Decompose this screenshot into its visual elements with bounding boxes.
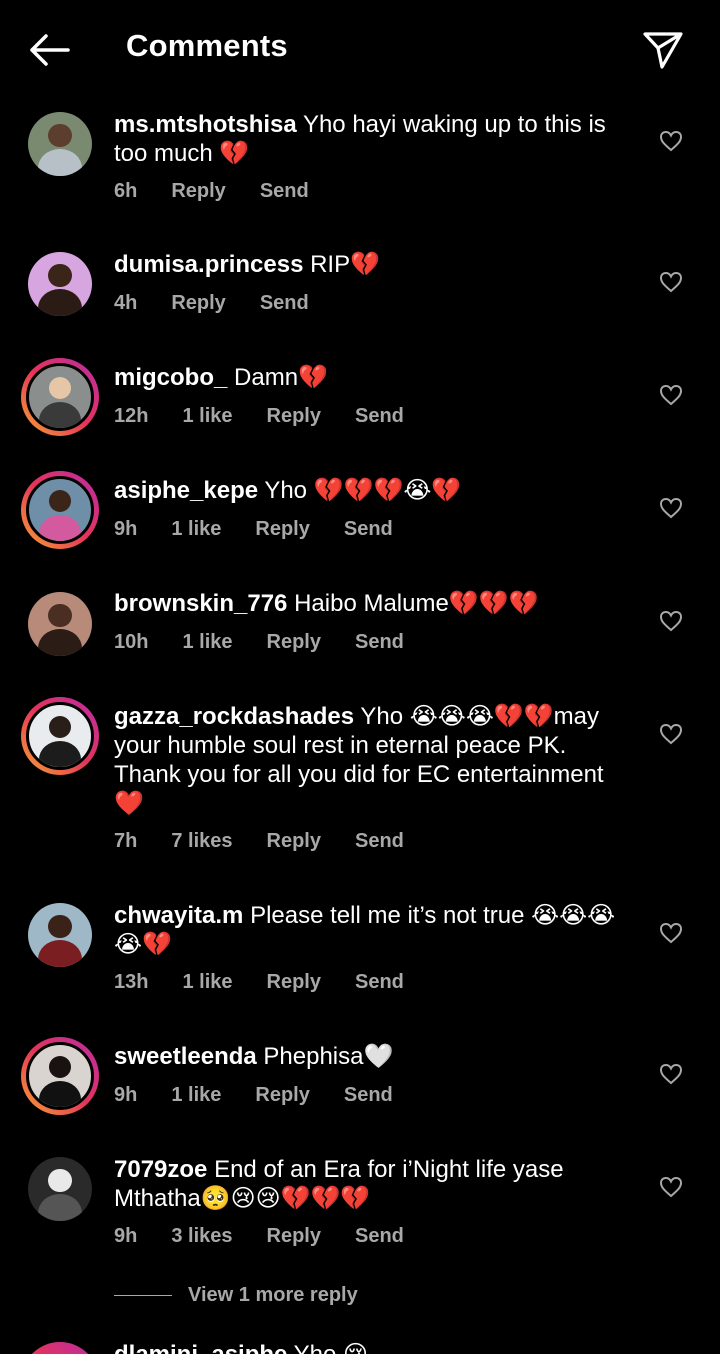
like-heart-icon[interactable] <box>659 130 683 152</box>
comment-text: gazza_rockdashades Yho 😭😭😭💔💔may your hum… <box>114 702 629 818</box>
view-more-label: View 1 more reply <box>188 1284 358 1306</box>
view-more-replies-button[interactable]: View 1 more reply <box>114 1284 358 1307</box>
comment-text: dumisa.princess RIP💔 <box>114 250 629 279</box>
comment-meta: 9h 3 likes Reply Send <box>114 1225 438 1248</box>
reply-button[interactable]: Reply <box>267 631 321 653</box>
comment-body: Damn💔 <box>234 364 328 391</box>
send-button[interactable]: Send <box>344 1084 393 1106</box>
avatar[interactable] <box>28 1157 92 1221</box>
like-heart-icon[interactable] <box>659 384 683 406</box>
reply-button[interactable]: Reply <box>171 292 225 314</box>
avatar[interactable] <box>28 252 92 316</box>
comment-time: 9h <box>114 518 138 540</box>
like-heart-icon[interactable] <box>659 610 683 632</box>
comment-username[interactable]: dumisa.princess <box>114 251 303 278</box>
comment-username[interactable]: chwayita.m <box>114 902 243 929</box>
comment-meta: 7h 7 likes Reply Send <box>114 830 438 853</box>
comment-meta: 10h 1 like Reply Send <box>114 631 438 654</box>
comment-username[interactable]: migcobo_ <box>114 364 227 391</box>
comment-meta: 9h 1 like Reply Send <box>114 518 427 541</box>
comment-text: chwayita.m Please tell me it’s not true … <box>114 901 629 959</box>
comment-text: migcobo_ Damn💔 <box>114 363 629 392</box>
reply-button[interactable]: Reply <box>267 830 321 852</box>
like-heart-icon[interactable] <box>659 1176 683 1198</box>
comment-time: 10h <box>114 631 149 653</box>
send-button[interactable]: Send <box>260 292 309 314</box>
like-heart-icon[interactable] <box>659 723 683 745</box>
comment-meta: 4h Reply Send <box>114 292 343 315</box>
reply-button[interactable]: Reply <box>171 180 225 202</box>
page-title: Comments <box>126 28 288 63</box>
like-count[interactable]: 1 like <box>182 631 232 653</box>
comment-username[interactable]: asiphe_kepe <box>114 477 258 504</box>
comment-text: dlamini_asiphe Yho 😢 <box>114 1340 629 1354</box>
send-button[interactable]: Send <box>344 518 393 540</box>
avatar[interactable] <box>28 903 92 967</box>
like-heart-icon[interactable] <box>659 1063 683 1085</box>
comment-username[interactable]: dlamini_asiphe <box>114 1341 287 1354</box>
send-button[interactable]: Send <box>355 631 404 653</box>
comment-text: asiphe_kepe Yho 💔💔💔😭💔 <box>114 476 629 505</box>
divider <box>114 1295 172 1297</box>
avatar-story-ring[interactable] <box>21 697 99 775</box>
comment-meta: 13h 1 like Reply Send <box>114 971 438 994</box>
comment-body: Haibo Malume💔💔💔 <box>294 590 539 617</box>
send-button[interactable]: Send <box>355 1225 404 1247</box>
comment-body: Phephisa🤍 <box>263 1043 394 1070</box>
comment-text: brownskin_776 Haibo Malume💔💔💔 <box>114 589 629 618</box>
comment-body: Yho 💔💔💔😭💔 <box>264 477 462 504</box>
reply-button[interactable]: Reply <box>267 1225 321 1247</box>
like-count[interactable]: 1 like <box>182 405 232 427</box>
comment-time: 12h <box>114 405 149 427</box>
comment-username[interactable]: ms.mtshotshisa <box>114 111 297 138</box>
reply-button[interactable]: Reply <box>267 405 321 427</box>
comment-time: 6h <box>114 180 138 202</box>
top-bar: Comments <box>0 0 720 100</box>
comment-time: 9h <box>114 1084 138 1106</box>
paper-plane-icon <box>643 32 683 69</box>
comment-time: 7h <box>114 830 138 852</box>
comment-meta: 12h 1 like Reply Send <box>114 405 438 428</box>
comment-time: 9h <box>114 1225 138 1247</box>
like-heart-icon[interactable] <box>659 271 683 293</box>
like-count[interactable]: 3 likes <box>171 1225 232 1247</box>
comment-text: ms.mtshotshisa Yho hayi waking up to thi… <box>114 110 629 168</box>
comment-username[interactable]: 7079zoe <box>114 1156 207 1183</box>
comment-username[interactable]: sweetleenda <box>114 1043 257 1070</box>
comment-text: 7079zoe End of an Era for i’Night life y… <box>114 1155 629 1213</box>
send-button[interactable]: Send <box>355 405 404 427</box>
avatar[interactable] <box>28 592 92 656</box>
like-count[interactable]: 7 likes <box>171 830 232 852</box>
avatar-story-ring[interactable] <box>21 471 99 549</box>
like-count[interactable]: 1 like <box>171 1084 221 1106</box>
comment-meta: 6h Reply Send <box>114 180 343 203</box>
comment-body: RIP💔 <box>310 251 380 278</box>
avatar-story-ring[interactable] <box>21 1037 99 1115</box>
back-button[interactable] <box>26 30 72 70</box>
like-heart-icon[interactable] <box>659 497 683 519</box>
reply-button[interactable]: Reply <box>255 518 309 540</box>
avatar-story-ring[interactable] <box>21 1342 99 1354</box>
avatar-story-ring[interactable] <box>21 358 99 436</box>
comment-username[interactable]: gazza_rockdashades <box>114 703 354 730</box>
partial-comment-item: dlamini_asiphe Yho 😢 <box>0 1330 720 1354</box>
like-count[interactable]: 1 like <box>182 971 232 993</box>
send-button[interactable]: Send <box>355 830 404 852</box>
like-count[interactable]: 1 like <box>171 518 221 540</box>
avatar[interactable] <box>28 112 92 176</box>
comment-username[interactable]: brownskin_776 <box>114 590 287 617</box>
comment-meta: 9h 1 like Reply Send <box>114 1084 427 1107</box>
send-button[interactable]: Send <box>260 180 309 202</box>
share-button[interactable] <box>640 28 686 72</box>
comment-body: Yho 😢 <box>294 1341 368 1354</box>
comment-time: 4h <box>114 292 138 314</box>
send-button[interactable]: Send <box>355 971 404 993</box>
arrow-left-icon <box>30 34 70 66</box>
like-heart-icon[interactable] <box>659 922 683 944</box>
reply-button[interactable]: Reply <box>267 971 321 993</box>
reply-button[interactable]: Reply <box>255 1084 309 1106</box>
comment-text: sweetleenda Phephisa🤍 <box>114 1042 629 1071</box>
comment-time: 13h <box>114 971 149 993</box>
